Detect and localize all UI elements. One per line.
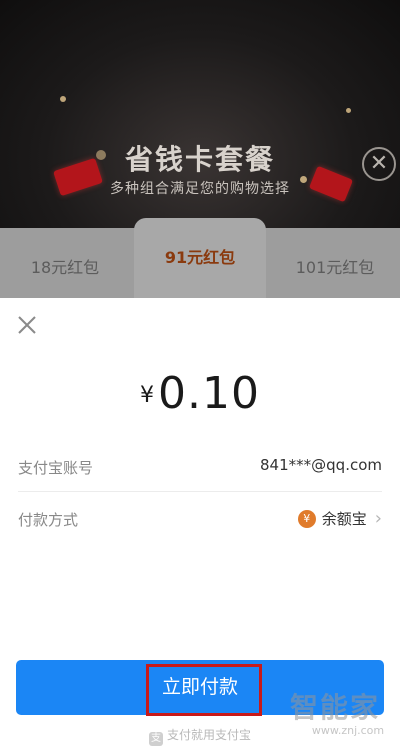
yuebao-icon: ¥ — [297, 509, 316, 528]
account-row: 支付宝账号 841***@qq.com — [18, 442, 382, 492]
sparkle-decoration — [346, 108, 351, 113]
chevron-right-icon: › — [374, 508, 382, 529]
sparkle-decoration — [60, 96, 66, 102]
footer-text: 支付就用支付宝 — [166, 728, 251, 742]
currency-symbol: ¥ — [140, 383, 155, 408]
payment-method-name: 余额宝 — [321, 510, 367, 528]
close-icon[interactable] — [16, 314, 38, 336]
promo-subtitle: 多种组合满足您的购物选择 — [110, 181, 290, 197]
payment-method-row[interactable]: 付款方式 ¥ 余额宝 › — [18, 494, 382, 544]
package-selector: 18元红包 91元红包 101元红包 — [0, 218, 400, 298]
amount-value: 0.10 — [158, 368, 260, 419]
watermark-logo: 智能家 — [290, 691, 381, 724]
package-option-91-selected[interactable]: 91元红包 — [134, 218, 266, 298]
alipay-logo-icon: 支 — [148, 732, 163, 746]
payment-sheet: ¥0.10 支付宝账号 841***@qq.com 付款方式 ¥ 余额宝 › 立… — [0, 298, 400, 752]
promo-title: 省钱卡套餐 — [124, 143, 275, 176]
account-label: 支付宝账号 — [18, 459, 94, 477]
payment-method-label: 付款方式 — [18, 511, 79, 529]
promo-close-icon[interactable]: ✕ — [362, 147, 396, 181]
payment-method-value[interactable]: ¥ 余额宝 › — [297, 508, 382, 529]
payment-amount: ¥0.10 — [0, 368, 400, 419]
promo-banner: 省钱卡套餐 多种组合满足您的购物选择 ✕ — [0, 0, 400, 228]
footer: 支支付就用支付宝 — [0, 726, 400, 746]
account-value: 841***@qq.com — [260, 456, 382, 474]
package-option-101[interactable]: 101元红包 — [270, 238, 400, 298]
package-option-18[interactable]: 18元红包 — [0, 238, 130, 298]
highlight-box — [146, 664, 262, 716]
